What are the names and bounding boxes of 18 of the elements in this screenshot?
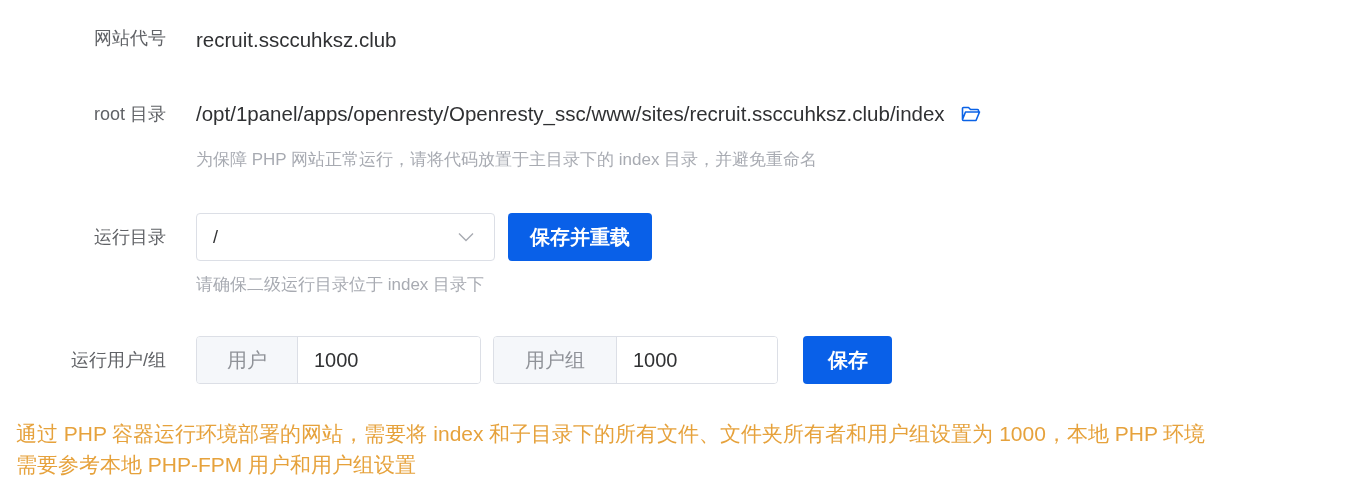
save-button[interactable]: 保存 [803, 336, 892, 384]
field-label: 运行用户/组 [70, 349, 166, 372]
field-label: root 目录 [92, 103, 166, 126]
root-path-text: /opt/1panel/apps/openresty/Openresty_ssc/www/sites/recruit.ssccuhksz.club/index [196, 102, 945, 126]
caret-icon [458, 232, 474, 242]
input-prefix: 用户组 [494, 337, 617, 383]
site-code-text: recruit.ssccuhksz.club [196, 28, 397, 52]
field-label: 网站代号 [93, 27, 166, 50]
input-field[interactable]: 用户组 1000 [493, 336, 778, 384]
field-label: 运行目录 [93, 226, 166, 249]
hint-text: 请确保二级运行目录位于 index 目录下 [196, 274, 486, 296]
input-prefix: 用户 [197, 337, 298, 383]
input-field[interactable]: 用户 1000 [196, 336, 481, 384]
folder-icon[interactable] [960, 105, 981, 123]
save-reload-button[interactable]: 保存并重载 [508, 213, 652, 261]
directory-select[interactable]: / [196, 213, 495, 261]
warning-text: 通过 PHP 容器运行环境部署的网站，需要将 index 和子目录下的所有文件、文件夹所有者和用户组设置为 1000，本地 PHP 环境需要参考本地 PHP-FPM 用户和用户组设置 [16, 421, 1207, 478]
hint-text: 为保障 PHP 网站正常运行，请将代码放置于主目录下的 index 目录，并避免重命名 [196, 149, 819, 171]
